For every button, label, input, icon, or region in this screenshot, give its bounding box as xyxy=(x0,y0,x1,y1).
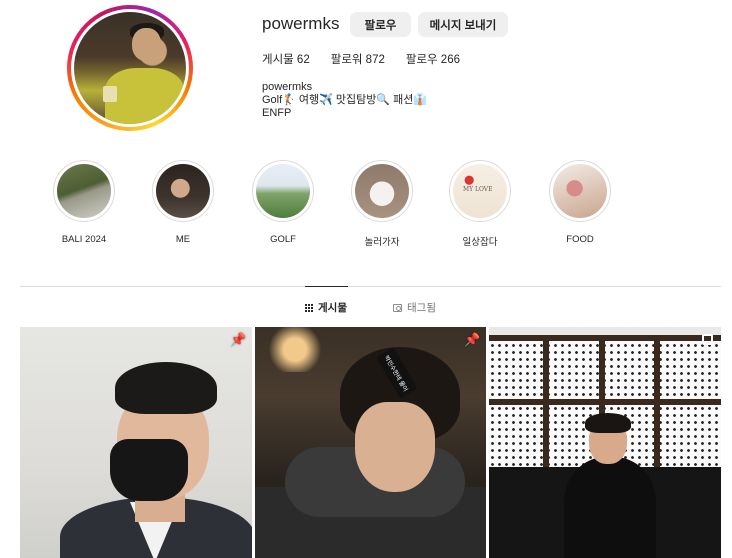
pin-icon: 📌 xyxy=(464,332,481,347)
highlight-label: 놀러가자 xyxy=(364,237,400,248)
profile-avatar-story-ring[interactable] xyxy=(67,5,193,131)
post-photo-frame xyxy=(489,399,721,405)
follow-button[interactable]: 팔로우 xyxy=(350,12,411,37)
tabs-divider xyxy=(20,286,721,287)
post-photo-frame xyxy=(489,335,721,341)
post-thumbnail[interactable]: 박민수한테 물어 📌 xyxy=(255,327,486,558)
highlight-ring xyxy=(549,160,611,222)
profile-stats: 게시물 62 팔로워 872 팔로우 266 xyxy=(262,51,481,67)
highlight-cover xyxy=(57,164,111,218)
post-photo-face xyxy=(355,402,435,492)
post-thumbnail[interactable]: 📌 xyxy=(20,327,252,558)
post-thumbnail[interactable] xyxy=(489,327,721,558)
highlight-golf[interactable]: GOLF xyxy=(243,160,323,245)
highlight-ring: MY LOVE xyxy=(449,160,511,222)
profile-avatar-border xyxy=(71,9,189,127)
highlight-label: ME xyxy=(175,234,191,245)
post-photo-body xyxy=(564,457,656,558)
highlight-cover xyxy=(156,164,210,218)
highlight-ilsang[interactable]: MY LOVE 일상잡다 xyxy=(440,160,520,248)
profile-username: powermks xyxy=(262,14,340,33)
following-link[interactable]: 팔로우 266 xyxy=(406,51,460,67)
avatar-cup xyxy=(103,85,117,102)
tab-tagged[interactable]: 태그됨 xyxy=(393,300,436,315)
highlight-label: FOOD xyxy=(566,234,594,245)
tab-tagged-label: 태그됨 xyxy=(407,302,436,314)
highlight-ring xyxy=(152,160,214,222)
highlight-cover-text: MY LOVE xyxy=(463,186,493,193)
active-tab-indicator xyxy=(305,286,348,287)
profile-bio: powermks Golf🏌 여행✈️ 맛집탐방🔍 패션👔 ENFP xyxy=(262,81,427,120)
bio-line-mbti: ENFP xyxy=(262,107,292,119)
highlight-cover xyxy=(553,164,607,218)
send-message-button[interactable]: 메시지 보내기 xyxy=(418,12,508,37)
highlight-ring xyxy=(252,160,314,222)
avatar-head xyxy=(132,27,162,62)
tab-posts-label: 게시물 xyxy=(318,302,347,314)
bio-name: powermks xyxy=(262,81,313,93)
post-photo-frame xyxy=(543,335,549,480)
post-photo-frame xyxy=(654,335,660,480)
tag-icon xyxy=(393,303,402,312)
highlight-label: 일상잡다 xyxy=(462,237,498,248)
highlight-nolleogaja[interactable]: 놀러가자 xyxy=(342,160,422,248)
bio-line-interests: Golf🏌 여행✈️ 맛집탐방🔍 패션👔 xyxy=(262,94,428,106)
highlight-food[interactable]: FOOD xyxy=(540,160,620,245)
highlight-ring xyxy=(53,160,115,222)
story-highlights: BALI 2024 ME GOLF 놀러가자 MY LOVE 일상잡다 FOOD xyxy=(0,160,732,250)
highlight-bali-2024[interactable]: BALI 2024 xyxy=(44,160,124,245)
highlight-label: GOLF xyxy=(270,234,296,245)
grid-icon xyxy=(305,303,313,312)
highlight-cover xyxy=(355,164,409,218)
highlight-cover: MY LOVE xyxy=(453,164,507,218)
profile-avatar xyxy=(74,12,186,124)
tab-posts[interactable]: 게시물 xyxy=(305,300,347,315)
followers-link[interactable]: 팔로워 872 xyxy=(331,51,385,67)
highlight-ring xyxy=(351,160,413,222)
post-photo-mask xyxy=(110,439,188,501)
post-photo-hair xyxy=(115,362,217,414)
avatar-shirt xyxy=(105,68,184,124)
highlight-label: BALI 2024 xyxy=(61,234,107,245)
posts-count: 게시물 62 xyxy=(262,54,310,66)
post-photo-hair xyxy=(585,413,631,433)
highlight-cover xyxy=(256,164,310,218)
pin-icon: 📌 xyxy=(230,332,247,347)
carousel-icon xyxy=(702,334,713,345)
post-photo-light xyxy=(265,327,325,372)
highlight-me[interactable]: ME xyxy=(143,160,223,245)
